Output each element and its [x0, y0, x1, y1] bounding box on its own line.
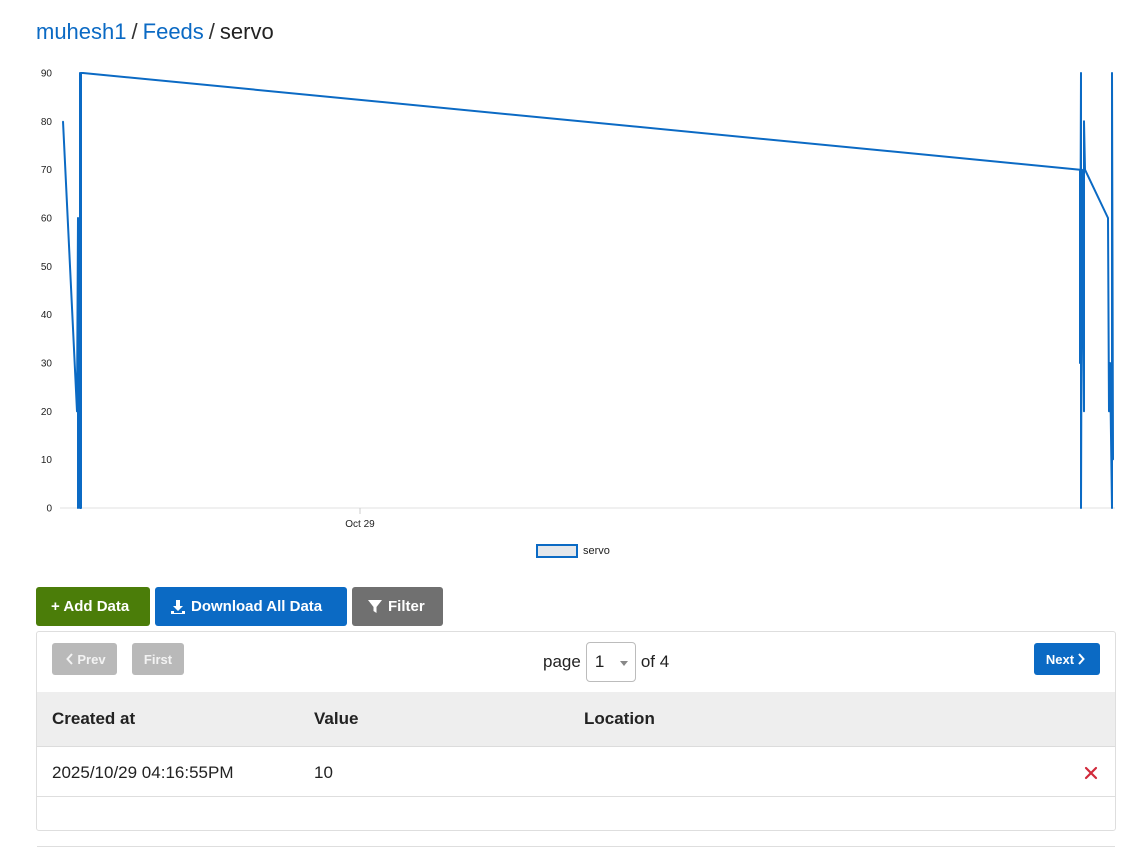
column-header-value[interactable]: Value [314, 709, 358, 729]
next-page-label: Next [1045, 651, 1075, 667]
y-tick-label: 10 [41, 455, 53, 466]
data-point [77, 217, 79, 219]
data-point [80, 507, 82, 509]
prev-page-label: Prev [77, 651, 106, 667]
page-label: page [543, 652, 581, 671]
data-point [1080, 507, 1082, 509]
page-count-label: of 4 [640, 652, 670, 671]
breadcrumb-user-link[interactable]: muhesh1 [36, 19, 127, 44]
data-point [1079, 362, 1081, 364]
x-tick-label: Oct 29 [345, 519, 375, 530]
cell-value: 10 [314, 763, 333, 782]
column-header-location[interactable]: Location [584, 709, 655, 729]
data-point [1080, 72, 1082, 74]
first-page-button[interactable]: First [132, 643, 184, 675]
data-point [76, 410, 78, 412]
cell-created-at: 2025/10/29 04:16:55PM [52, 763, 234, 782]
data-point [80, 72, 82, 74]
page-indicator: page 1 of 4 [543, 642, 669, 682]
breadcrumb-current-feed: servo [219, 19, 274, 44]
y-tick-label: 50 [41, 262, 53, 273]
page-select[interactable]: 1 [585, 642, 636, 682]
data-point [1084, 169, 1086, 171]
data-point [1111, 507, 1113, 509]
caret-down-icon [619, 661, 628, 666]
feed-toolbar: + Add Data Download All Data Filter [36, 587, 443, 626]
y-tick-label: 90 [41, 69, 53, 80]
table-row [37, 797, 1115, 847]
prev-page-button[interactable]: Prev [52, 643, 117, 675]
filter-label: Filter [388, 598, 425, 615]
download-all-data-label: Download All Data [191, 598, 323, 615]
pagination-bar: Prev First page 1 of 4 Next [37, 632, 1115, 692]
download-all-data-button[interactable]: Download All Data [155, 587, 347, 626]
chevron-left-icon [66, 653, 74, 665]
next-page-button[interactable]: Next [1034, 643, 1100, 675]
breadcrumb-separator: / [208, 19, 215, 44]
column-header-created-at[interactable]: Created at [52, 709, 135, 729]
filter-button[interactable]: Filter [352, 587, 443, 626]
chevron-right-icon [1077, 653, 1085, 665]
delete-icon[interactable] [1081, 763, 1101, 783]
data-point [1083, 410, 1085, 412]
data-point [1083, 120, 1085, 122]
y-tick-label: 70 [41, 165, 53, 176]
download-icon [170, 599, 186, 615]
data-point [77, 507, 79, 509]
data-point [1081, 169, 1083, 171]
breadcrumb-feeds-link[interactable]: Feeds [143, 19, 204, 44]
y-tick-label: 60 [41, 214, 53, 225]
data-point [1111, 72, 1113, 74]
y-tick-label: 30 [41, 359, 53, 370]
y-axis: 0 10 20 30 40 50 60 70 80 90 [41, 69, 53, 515]
data-point [1079, 169, 1081, 171]
table-header: Created at Value Location [37, 692, 1115, 747]
y-tick-label: 0 [46, 504, 52, 515]
legend-swatch [536, 544, 578, 558]
feed-data-panel: Prev First page 1 of 4 Next Created at V… [36, 631, 1116, 847]
y-tick-label: 80 [41, 117, 53, 128]
filter-icon [367, 599, 383, 615]
legend-label: servo [583, 545, 610, 557]
y-tick-label: 40 [41, 310, 53, 321]
data-point [1107, 217, 1109, 219]
breadcrumb: muhesh1/Feeds / servo [36, 18, 274, 46]
feed-line-chart: 0 10 20 30 40 50 60 70 80 90 Oct 29 servo [41, 69, 1115, 558]
page-select-value: 1 [594, 652, 605, 671]
data-point [62, 120, 64, 122]
data-point [82, 72, 84, 74]
y-tick-label: 20 [41, 407, 53, 418]
data-point [78, 314, 80, 316]
data-point [1112, 459, 1114, 461]
breadcrumb-separator: / [131, 19, 138, 44]
data-point [1109, 362, 1111, 364]
data-point [1108, 410, 1110, 412]
series-line-servo [62, 72, 1114, 509]
series-group [62, 72, 1114, 509]
add-data-button[interactable]: + Add Data [36, 587, 150, 626]
table-row: 2025/10/29 04:16:55PM 10 [37, 747, 1115, 797]
